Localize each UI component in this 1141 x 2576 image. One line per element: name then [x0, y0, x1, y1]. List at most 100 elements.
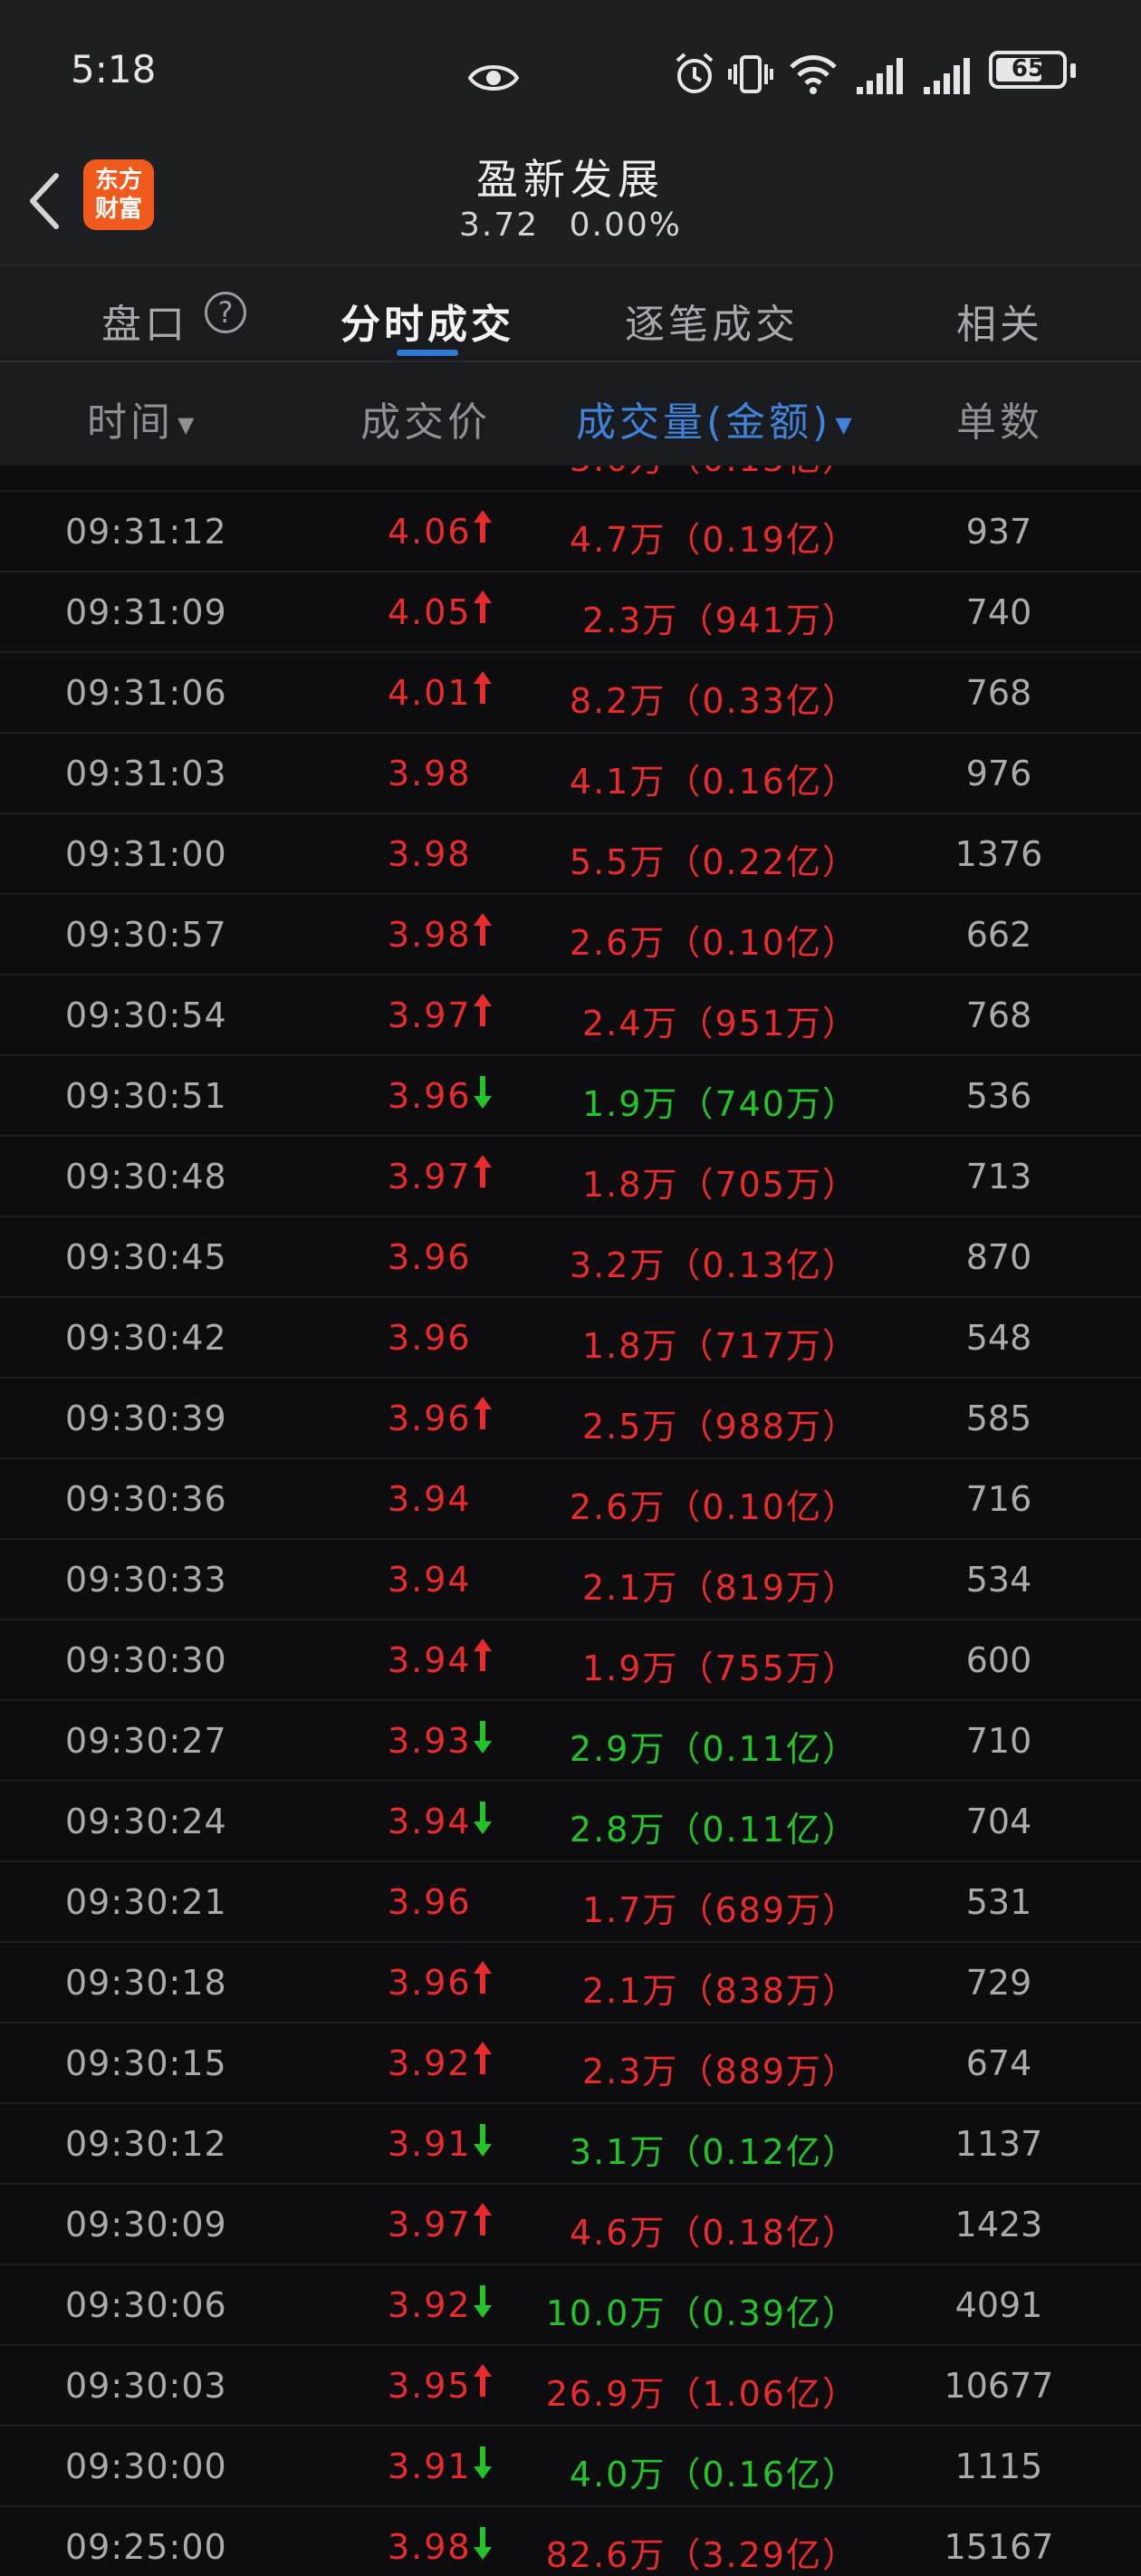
- paren-close: ）: [821, 842, 858, 882]
- trade-row[interactable]: 09:30:00 3.91 4.0万（0.16亿） 1115: [0, 2427, 1141, 2507]
- paren-open: （: [666, 681, 703, 721]
- trade-volume-value: 2.5万: [582, 1407, 679, 1447]
- paren-open: （: [666, 2455, 703, 2494]
- paren-close: ）: [821, 520, 858, 560]
- trade-volume-value: 2.9万: [569, 1729, 666, 1769]
- trade-volume-value: 2.4万: [582, 1004, 679, 1043]
- trade-row[interactable]: 09:31:06 4.01 8.2万（0.33亿） 768: [0, 653, 1141, 734]
- trade-count: 740: [965, 592, 1032, 632]
- paren-close: ）: [821, 1084, 858, 1124]
- trade-amount: 0.11亿: [702, 1729, 822, 1769]
- trade-row[interactable]: 09:30:30 3.94 1.9万（755万） 600: [0, 1620, 1141, 1701]
- status-time: 5:18: [71, 47, 157, 91]
- trade-time: 09:31:06: [65, 673, 227, 713]
- trade-price: 3.96: [388, 1076, 472, 1116]
- up-arrow-icon: [474, 913, 492, 946]
- trade-volume: 1.8万（717万）: [582, 1318, 858, 1368]
- trade-row[interactable]: 09:31:12 4.06 4.7万（0.19亿） 937: [0, 492, 1141, 572]
- trade-row[interactable]: 09:30:21 3.96 1.7万（689万） 531: [0, 1862, 1141, 1943]
- trade-volume: 4.7万（0.19亿）: [570, 512, 858, 562]
- help-icon[interactable]: ?: [205, 292, 246, 333]
- trade-count: 600: [965, 1640, 1032, 1680]
- trade-row[interactable]: 09:30:42 3.96 1.8万（717万） 548: [0, 1298, 1141, 1379]
- trade-row[interactable]: 09:30:18 3.96 2.1万（838万） 729: [0, 1943, 1141, 2023]
- trade-row[interactable]: 09:30:03 3.95 26.9万（1.06亿） 10677: [0, 2346, 1141, 2427]
- trade-row[interactable]: 09:31:00 3.98 5.5万（0.22亿） 1376: [0, 814, 1141, 895]
- trade-row[interactable]: 09:30:36 3.94 2.6万（0.10亿） 716: [0, 1459, 1141, 1540]
- vibrate-icon: [728, 55, 773, 93]
- trade-row[interactable]: 09:30:33 3.94 2.1万（819万） 534: [0, 1540, 1141, 1620]
- paren-open: （: [678, 2052, 715, 2091]
- trade-volume: 26.9万（1.06亿）: [546, 2366, 858, 2416]
- trade-price: 4.05: [388, 466, 472, 471]
- column-price: 成交价: [360, 399, 491, 446]
- paren-close: ）: [821, 601, 858, 640]
- trade-count: 704: [965, 1802, 1032, 1841]
- trade-time: 09:30:51: [65, 1076, 227, 1116]
- trade-row[interactable]: 09:30:48 3.97 1.8万（705万） 713: [0, 1137, 1141, 1217]
- trade-price: 4.06: [388, 512, 472, 552]
- trade-volume-value: 1.9万: [582, 1084, 679, 1124]
- signal-icon-2: [924, 58, 970, 94]
- trade-volume-value: 2.3万: [582, 601, 679, 640]
- wifi-icon: [790, 55, 837, 94]
- trade-row[interactable]: 09:30:51 3.96 1.9万（740万） 536: [0, 1056, 1141, 1137]
- trade-row[interactable]: 09:25:00 3.98 82.6万（3.29亿） 15167: [0, 2507, 1141, 2576]
- tab-pankou[interactable]: 盘口: [101, 292, 188, 350]
- trade-row[interactable]: 09:31:15 4.05 3.0万（0.13亿） 938: [0, 466, 1141, 492]
- trade-row[interactable]: 09:31:03 3.98 4.1万（0.16亿） 976: [0, 734, 1141, 814]
- trade-volume-value: 5.5万: [569, 842, 666, 882]
- down-arrow-icon: [474, 2285, 492, 2318]
- trade-time: 09:30:57: [65, 915, 227, 955]
- trade-price: 3.93: [388, 1721, 472, 1761]
- stock-price: 3.72: [459, 207, 540, 244]
- paren-open: （: [666, 1810, 703, 1850]
- down-arrow-icon: [474, 2124, 492, 2157]
- trade-time: 09:31:03: [65, 754, 227, 793]
- trade-volume-value: 2.1万: [582, 1971, 679, 2011]
- trade-volume-value: 3.2万: [569, 1245, 666, 1285]
- trade-count: 713: [965, 1157, 1032, 1197]
- trade-list[interactable]: 09:31:154.053.0万（0.13亿）93809:31:124.064.…: [0, 466, 1141, 2576]
- trade-count: 674: [965, 2043, 1032, 2083]
- trade-count: 585: [965, 1399, 1032, 1438]
- paren-open: （: [678, 1568, 715, 1608]
- trade-row[interactable]: 09:30:09 3.97 4.6万（0.18亿） 1423: [0, 2185, 1141, 2265]
- tab-fenshi[interactable]: 分时成交: [340, 292, 514, 350]
- trade-row[interactable]: 09:30:54 3.97 2.4万（951万） 768: [0, 976, 1141, 1056]
- trade-row[interactable]: 09:30:57 3.98 2.6万（0.10亿） 662: [0, 895, 1141, 976]
- trade-volume-value: 2.8万: [569, 1810, 666, 1850]
- trade-row[interactable]: 09:30:45 3.96 3.2万（0.13亿） 870: [0, 1217, 1141, 1298]
- paren-close: ）: [821, 923, 858, 963]
- trade-row[interactable]: 09:30:12 3.91 3.1万（0.12亿） 1137: [0, 2104, 1141, 2185]
- column-volume[interactable]: 成交量(金额) ▼: [576, 389, 856, 447]
- trade-amount: 0.12亿: [702, 2132, 822, 2172]
- paren-close: ）: [821, 1487, 858, 1527]
- column-count: 单数: [956, 399, 1043, 446]
- trade-volume-value: 1.9万: [582, 1648, 679, 1688]
- paren-close: ）: [821, 1568, 858, 1608]
- trade-volume-value: 10.0万: [545, 2293, 666, 2333]
- tab-related[interactable]: 相关: [956, 292, 1043, 350]
- down-arrow-icon: [474, 2446, 492, 2479]
- paren-close: ）: [821, 2132, 858, 2172]
- trade-row[interactable]: 09:30:27 3.93 2.9万（0.11亿） 710: [0, 1701, 1141, 1782]
- trade-amount: 819万: [714, 1568, 822, 1608]
- trade-count: 548: [965, 1318, 1032, 1358]
- trade-amount: 705万: [714, 1165, 822, 1205]
- trade-row[interactable]: 09:30:06 3.92 10.0万（0.39亿） 4091: [0, 2265, 1141, 2346]
- paren-open: （: [666, 2535, 703, 2575]
- trade-volume-value: 3.1万: [569, 2132, 666, 2172]
- trade-row[interactable]: 09:31:09 4.05 2.3万（941万） 740: [0, 572, 1141, 653]
- trade-price: 3.92: [388, 2285, 472, 2325]
- tab-zhubi[interactable]: 逐笔成交: [625, 292, 799, 350]
- trade-row[interactable]: 09:30:24 3.94 2.8万（0.11亿） 704: [0, 1782, 1141, 1862]
- trade-volume: 2.1万（819万）: [582, 1560, 858, 1610]
- column-time[interactable]: 时间 ▼: [87, 389, 197, 447]
- paren-open: （: [678, 1971, 715, 2011]
- trade-row[interactable]: 09:30:39 3.96 2.5万（988万） 585: [0, 1379, 1141, 1459]
- trade-price: 3.94: [388, 1560, 472, 1600]
- trade-row[interactable]: 09:30:15 3.92 2.3万（889万） 674: [0, 2023, 1141, 2104]
- sort-caret-icon: ▼: [177, 412, 198, 437]
- paren-open: （: [678, 1004, 715, 1043]
